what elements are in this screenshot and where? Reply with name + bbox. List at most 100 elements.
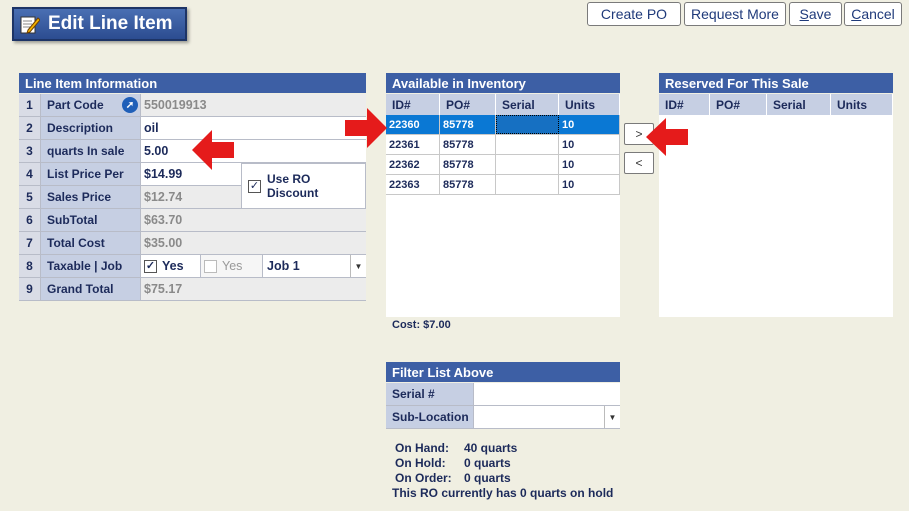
row-label: Part Code ➚: [41, 94, 141, 116]
use-ro-discount-checkbox[interactable]: ✓: [248, 179, 261, 193]
cell-po: 85778: [440, 135, 496, 154]
col-units[interactable]: Units: [831, 94, 893, 115]
cell-serial[interactable]: [496, 155, 559, 174]
window-title: Edit Line Item: [12, 7, 187, 41]
window-title-text: Edit Line Item: [48, 13, 173, 34]
cell-units: 10: [559, 135, 620, 154]
col-id[interactable]: ID#: [386, 94, 440, 115]
on-hold-label: On Hold:: [395, 456, 446, 470]
cancel-label: ancel: [861, 6, 895, 22]
col-serial[interactable]: Serial: [767, 94, 831, 115]
taxable-yes-label: Yes: [162, 259, 184, 273]
cell-serial[interactable]: [496, 135, 559, 154]
taxable-yes2-label: Yes: [222, 259, 243, 273]
save-label: ave: [808, 6, 832, 22]
line-item-row-sales-price: 5 Sales Price $12.74: [19, 186, 241, 209]
quarts-input[interactable]: 5.00: [141, 140, 366, 162]
row-label: quarts In sale: [41, 140, 141, 162]
use-ro-discount-line1: Use RO: [267, 172, 311, 186]
filter-serial-row: Serial #: [386, 383, 620, 406]
disabled-checkbox: [204, 259, 217, 273]
row-number: 9: [19, 278, 41, 300]
inventory-header: Available in Inventory: [386, 73, 620, 93]
row-number: 8: [19, 255, 41, 277]
row-number: 5: [19, 186, 41, 208]
on-hand-value: 40 quarts: [464, 441, 518, 455]
description-input[interactable]: oil: [141, 117, 366, 139]
line-item-row-part-code: 1 Part Code ➚ 550019913: [19, 94, 366, 117]
link-icon[interactable]: ➚: [122, 97, 138, 113]
annotation-arrow-left-icon: [192, 130, 234, 170]
subtotal-value: $63.70: [141, 209, 366, 231]
line-item-row-total-cost: 7 Total Cost $35.00: [19, 232, 366, 255]
cost-label: Cost: $7.00: [392, 319, 451, 331]
col-po[interactable]: PO#: [710, 94, 767, 115]
line-item-header: Line Item Information: [19, 73, 366, 93]
row-number: 7: [19, 232, 41, 254]
cancel-button[interactable]: Cancel: [844, 2, 902, 26]
line-item-row-subtotal: 6 SubTotal $63.70: [19, 209, 366, 232]
part-code-value: 550019913: [141, 94, 366, 116]
sublocation-select[interactable]: ▼: [473, 406, 620, 428]
on-hand-label: On Hand:: [395, 441, 449, 455]
serial-label: Serial #: [386, 383, 473, 405]
annotation-arrow-right-icon: [345, 108, 387, 148]
cell-units: 10: [559, 155, 620, 174]
row-label: Grand Total: [41, 278, 141, 300]
cell-id: 22361: [386, 135, 440, 154]
col-serial[interactable]: Serial: [496, 94, 559, 115]
row-number: 4: [19, 163, 41, 185]
inventory-row[interactable]: 22362 85778 10: [386, 155, 620, 175]
inventory-row[interactable]: 22363 85778 10: [386, 175, 620, 195]
chevron-down-icon[interactable]: ▼: [604, 406, 620, 428]
inventory-row[interactable]: 22360 85778 10: [386, 115, 620, 135]
inventory-row[interactable]: 22361 85778 10: [386, 135, 620, 155]
save-button[interactable]: Save: [789, 2, 842, 26]
cell-id: 22362: [386, 155, 440, 174]
edit-icon: [20, 16, 40, 34]
row-label: Sales Price: [41, 186, 141, 208]
reserved-grid-header: ID# PO# Serial Units: [659, 94, 893, 115]
reserved-grid: ID# PO# Serial Units: [659, 94, 893, 317]
cell-po: 85778: [440, 175, 496, 194]
request-more-button[interactable]: Request More: [684, 2, 786, 26]
row-label-text: Part Code: [47, 98, 104, 112]
row-number: 1: [19, 94, 41, 116]
ro-hold-note: This RO currently has 0 quarts on hold: [392, 486, 614, 500]
sales-price-value: $12.74: [141, 186, 241, 208]
row-label: SubTotal: [41, 209, 141, 231]
line-item-row-grand-total: 9 Grand Total $75.17: [19, 278, 366, 301]
serial-input[interactable]: [473, 383, 620, 405]
col-units[interactable]: Units: [559, 94, 620, 115]
filter-header: Filter List Above: [386, 362, 620, 382]
cell-serial[interactable]: [496, 175, 559, 194]
col-po[interactable]: PO#: [440, 94, 496, 115]
chevron-down-icon[interactable]: ▼: [350, 255, 366, 277]
use-ro-discount-box: ✓ Use RO Discount: [241, 163, 366, 209]
row-number: 6: [19, 209, 41, 231]
filter-sublocation-row: Sub-Location ▼: [386, 406, 620, 429]
taxable-checkbox[interactable]: ✓: [144, 259, 157, 273]
row-number: 2: [19, 117, 41, 139]
job-select-value: Job 1: [267, 259, 300, 273]
inventory-grid-header: ID# PO# Serial Units: [386, 94, 620, 115]
reserved-header: Reserved For This Sale: [659, 73, 893, 93]
cell-serial[interactable]: [496, 115, 559, 134]
on-order-value: 0 quarts: [464, 471, 511, 485]
job-select[interactable]: Job 1 ▼: [263, 255, 366, 277]
on-hold-value: 0 quarts: [464, 456, 511, 470]
taxable-yes-disabled-option: Yes: [201, 255, 263, 277]
cell-units: 10: [559, 115, 620, 134]
create-po-button[interactable]: Create PO: [587, 2, 681, 26]
cell-po: 85778: [440, 155, 496, 174]
col-id[interactable]: ID#: [659, 94, 710, 115]
row-number: 3: [19, 140, 41, 162]
row-label: Taxable | Job: [41, 255, 141, 277]
taxable-yes-option[interactable]: ✓ Yes: [141, 255, 201, 277]
grand-total-value: $75.17: [141, 278, 366, 300]
use-ro-discount-line2: Discount: [267, 186, 319, 200]
save-accel: S: [799, 6, 809, 22]
row-label: Description: [41, 117, 141, 139]
use-ro-discount-label: Use RO Discount: [267, 172, 318, 200]
cell-id: 22363: [386, 175, 440, 194]
